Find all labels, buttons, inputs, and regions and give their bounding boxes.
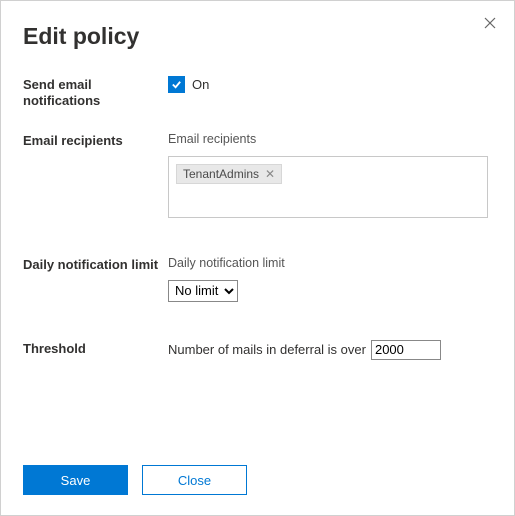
row-daily-limit: Daily notification limit Daily notificat… xyxy=(23,256,492,302)
recipients-field-label: Email recipients xyxy=(168,132,492,146)
row-threshold: Threshold Number of mails in deferral is… xyxy=(23,340,492,360)
page-title: Edit policy xyxy=(23,23,492,50)
remove-chip-icon[interactable]: ✕ xyxy=(263,167,277,181)
send-email-checkbox[interactable] xyxy=(168,76,185,93)
label-recipients: Email recipients xyxy=(23,132,168,149)
footer: Save Close xyxy=(23,465,247,495)
close-button[interactable]: Close xyxy=(142,465,247,495)
row-recipients: Email recipients Email recipients Tenant… xyxy=(23,132,492,218)
row-send-email: Send email notifications On xyxy=(23,76,492,110)
label-threshold: Threshold xyxy=(23,340,168,357)
threshold-text: Number of mails in deferral is over xyxy=(168,342,366,357)
daily-limit-select[interactable]: No limit xyxy=(168,280,238,302)
close-icon[interactable] xyxy=(480,13,500,33)
threshold-input[interactable] xyxy=(371,340,441,360)
save-button[interactable]: Save xyxy=(23,465,128,495)
recipient-chip: TenantAdmins ✕ xyxy=(176,164,282,184)
daily-limit-field-label: Daily notification limit xyxy=(168,256,492,270)
label-daily-limit: Daily notification limit xyxy=(23,256,168,273)
send-email-checkbox-label: On xyxy=(192,77,209,92)
recipient-chip-label: TenantAdmins xyxy=(183,167,259,181)
recipients-input[interactable]: TenantAdmins ✕ xyxy=(168,156,488,218)
label-send-email: Send email notifications xyxy=(23,76,168,110)
